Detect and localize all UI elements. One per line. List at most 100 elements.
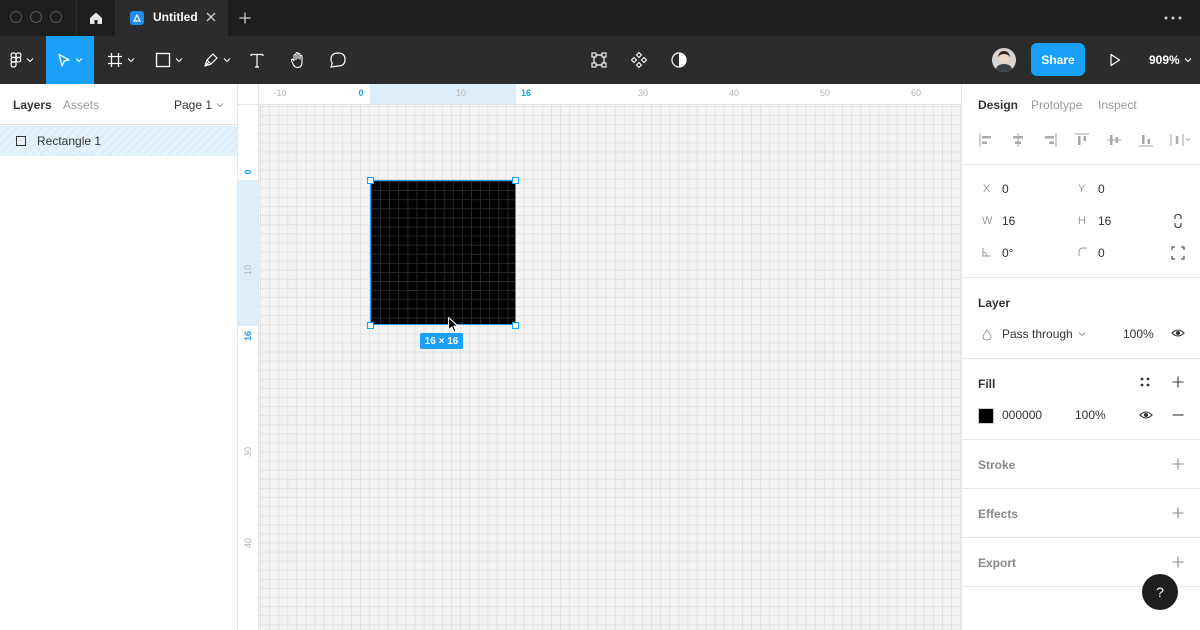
resize-handle-top-left[interactable]	[367, 177, 374, 184]
rectangle-icon	[155, 52, 171, 68]
text-icon	[250, 53, 264, 68]
home-button[interactable]	[77, 0, 115, 36]
add-effect-icon[interactable]	[1172, 507, 1184, 519]
figma-file-icon	[130, 11, 144, 25]
add-export-icon[interactable]	[1172, 556, 1184, 568]
y-input[interactable]: 0	[1098, 182, 1105, 196]
height-input[interactable]: 16	[1098, 214, 1111, 228]
ruler-tick: 0	[358, 88, 364, 98]
window-minimize-dot[interactable]	[30, 11, 42, 23]
tab-assets[interactable]: Assets	[63, 98, 99, 112]
corner-radius-icon	[1078, 247, 1087, 256]
shape-tool-button[interactable]	[149, 36, 189, 84]
ruler-tick: 30	[243, 447, 253, 458]
ruler-tick: 60	[910, 88, 922, 98]
eye-icon[interactable]	[1171, 328, 1185, 338]
comment-icon	[330, 52, 346, 68]
move-tool-button[interactable]	[46, 36, 94, 84]
rotation-input[interactable]: 0°	[1002, 246, 1013, 260]
new-tab-button[interactable]	[236, 9, 254, 27]
ruler-tick: 16	[520, 88, 532, 98]
ruler-tick: 40	[243, 538, 253, 549]
add-fill-icon[interactable]	[1172, 376, 1184, 388]
tab-layers[interactable]: Layers	[13, 98, 52, 112]
w-label: W	[982, 215, 993, 227]
layer-row-rectangle-1[interactable]: Rectangle 1	[0, 126, 237, 156]
align-top-icon[interactable]	[1074, 132, 1090, 148]
resize-handle-bottom-right[interactable]	[512, 322, 519, 329]
ruler-tick: 50	[819, 88, 831, 98]
figma-menu-icon	[10, 52, 22, 68]
align-horizontal-center-icon[interactable]	[1010, 132, 1026, 148]
corner-radius-input[interactable]: 0	[1098, 246, 1105, 260]
present-button[interactable]	[1104, 36, 1126, 84]
share-button[interactable]: Share	[1031, 43, 1085, 76]
fill-hex-input[interactable]: 000000	[1002, 408, 1042, 422]
align-right-icon[interactable]	[1042, 132, 1058, 148]
mask-button[interactable]	[664, 36, 694, 84]
tab-inspect[interactable]: Inspect	[1098, 98, 1137, 112]
alignment-toolbar	[978, 132, 1192, 148]
layers-panel: Layers Assets Page 1 Rectangle 1	[0, 84, 238, 630]
ruler-tick: 16	[243, 331, 253, 342]
play-icon	[1110, 53, 1121, 67]
more-options-button[interactable]	[1160, 9, 1186, 27]
fill-opacity-input[interactable]: 100%	[1075, 408, 1106, 422]
design-panel: Design Prototype Inspect X 0 Y 0 W 16 H …	[961, 84, 1200, 630]
frame-tool-button[interactable]	[102, 36, 140, 84]
constrain-proportions-icon[interactable]	[1172, 213, 1184, 229]
file-tab[interactable]: Untitled	[115, 0, 228, 36]
fill-section-title: Fill	[978, 377, 996, 391]
distribute-icon[interactable]	[1170, 132, 1192, 148]
frame-icon	[108, 53, 122, 67]
create-component-button[interactable]	[624, 36, 654, 84]
eye-icon[interactable]	[1139, 410, 1153, 420]
independent-corners-icon[interactable]	[1171, 246, 1185, 260]
rotation-icon	[982, 248, 991, 257]
chevron-down-icon	[26, 58, 34, 63]
text-tool-button[interactable]	[244, 36, 270, 84]
tab-prototype[interactable]: Prototype	[1031, 98, 1082, 112]
tab-design[interactable]: Design	[978, 98, 1018, 112]
window-close-dot[interactable]	[10, 11, 22, 23]
window-maximize-dot[interactable]	[50, 11, 62, 23]
zoom-dropdown[interactable]: 909%	[1149, 53, 1192, 67]
close-icon[interactable]	[204, 10, 218, 27]
align-vertical-center-icon[interactable]	[1106, 132, 1122, 148]
user-avatar[interactable]	[992, 48, 1016, 72]
more-icon	[1164, 16, 1182, 20]
main-menu-button[interactable]	[0, 36, 44, 84]
canvas[interactable]: -10 0 10 16 30 40 50 60 0 10 16 30 40 16…	[238, 84, 961, 630]
chevron-down-icon	[1078, 332, 1086, 337]
stroke-section-title: Stroke	[978, 458, 1016, 472]
resize-handle-bottom-left[interactable]	[367, 322, 374, 329]
hand-tool-button[interactable]	[284, 36, 312, 84]
edit-object-button[interactable]	[584, 36, 614, 84]
page-selector[interactable]: Page 1	[174, 98, 224, 112]
layer-opacity-input[interactable]: 100%	[1123, 327, 1154, 341]
align-bottom-icon[interactable]	[1138, 132, 1154, 148]
pen-tool-button[interactable]	[198, 36, 236, 84]
align-left-icon[interactable]	[978, 132, 994, 148]
selected-rectangle[interactable]	[370, 180, 516, 325]
size-badge: 16 × 16	[420, 333, 463, 349]
divider	[962, 439, 1200, 440]
style-grid-icon[interactable]	[1140, 377, 1150, 387]
blend-mode-dropdown[interactable]: Pass through	[1002, 327, 1086, 341]
ruler-selection-highlight	[238, 180, 258, 326]
plus-icon	[239, 12, 251, 24]
ruler-tick: -10	[273, 88, 287, 98]
x-input[interactable]: 0	[1002, 182, 1009, 196]
chevron-down-icon	[216, 103, 224, 108]
comment-tool-button[interactable]	[324, 36, 352, 84]
add-stroke-icon[interactable]	[1172, 458, 1184, 470]
width-input[interactable]: 16	[1002, 214, 1015, 228]
rectangle-layer-icon	[16, 136, 26, 146]
remove-fill-icon[interactable]	[1172, 414, 1184, 416]
chevron-down-icon	[1184, 58, 1192, 63]
help-button[interactable]: ?	[1142, 574, 1178, 610]
fill-color-swatch[interactable]	[978, 408, 994, 424]
ruler-selection-highlight	[370, 84, 516, 104]
h-label: H	[1078, 215, 1086, 227]
resize-handle-top-right[interactable]	[512, 177, 519, 184]
